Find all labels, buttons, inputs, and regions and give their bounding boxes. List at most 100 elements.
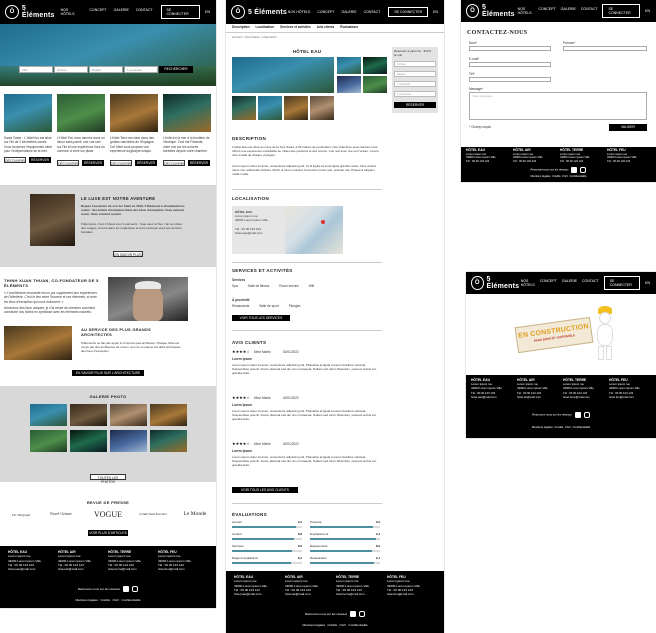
lang-switch[interactable]: EN [205, 10, 210, 14]
hotel-air-discover-button[interactable]: DÉCOUVRIR [57, 160, 79, 166]
footer-hotel-email[interactable]: hotel.terre@mail.com [563, 395, 608, 399]
hotel-photo[interactable] [337, 76, 361, 93]
instagram-icon[interactable] [132, 586, 139, 592]
nav-gallery[interactable]: GALERIE [341, 10, 356, 14]
footer-hotel-email[interactable]: hotel.air@mail.com [58, 567, 108, 571]
nav-contact[interactable]: CONTACT [364, 10, 381, 14]
nav-concept[interactable]: CONCEPT [317, 10, 334, 14]
tab-services[interactable]: Services et activités [280, 25, 310, 29]
connect-button[interactable]: SE CONNECTER [160, 5, 201, 19]
location-map[interactable] [285, 206, 343, 254]
footer-link-cgv[interactable]: CGV [340, 623, 347, 627]
nav-hotels[interactable]: NOS HÔTELS [521, 279, 535, 287]
all-photos-button[interactable]: TOUTES LES PHOTOS [90, 474, 126, 484]
footer-link-privacy[interactable]: Confidentialité [122, 598, 141, 602]
nav-concept[interactable]: CONCEPT [539, 7, 556, 15]
contact-tel-input[interactable] [469, 77, 551, 82]
nav-contact[interactable]: CONTACT [581, 7, 598, 15]
footer-hotel-email[interactable]: hotel.eau@mail.com [471, 395, 516, 399]
instagram-icon[interactable] [583, 412, 590, 418]
tab-evaluations[interactable]: Évaluations [340, 25, 358, 29]
hotel-main-photo[interactable] [232, 57, 334, 93]
instagram-icon[interactable] [359, 611, 366, 617]
facebook-icon[interactable] [571, 167, 578, 173]
footer-hotel-email[interactable]: hotel.terre@mail.com [336, 592, 386, 596]
contact-nom-input[interactable] [469, 46, 551, 51]
gallery-photo[interactable] [30, 430, 67, 452]
search-button[interactable]: RECHERCHER [159, 66, 193, 73]
contact-email-input[interactable] [469, 62, 551, 67]
lang-switch[interactable]: EN [433, 10, 438, 14]
footer-link-cgv[interactable]: CGV [565, 425, 571, 429]
nav-hotels[interactable]: NOS HÔTELS [61, 8, 83, 16]
footer-link-privacy[interactable]: Confidentialité [569, 175, 586, 178]
gallery-photo[interactable] [110, 404, 147, 426]
booking-arrival[interactable]: Arrivée [394, 61, 436, 67]
hotel-photo[interactable] [363, 57, 387, 74]
footer-link-credits[interactable]: Crédits [100, 598, 110, 602]
nav-gallery[interactable]: GALERIE [114, 8, 129, 16]
facebook-icon[interactable] [123, 586, 130, 592]
gallery-photo[interactable] [110, 430, 147, 452]
footer-hotel-email[interactable]: hotel.eau@mail.com [8, 567, 58, 571]
facebook-icon[interactable] [350, 611, 357, 617]
all-reviews-button[interactable]: VOIR TOUS LES AVIS CLIENTS [232, 487, 298, 493]
nav-hotels[interactable]: NOS HÔTELS [518, 7, 534, 15]
logo[interactable]: Ö5 Éléments [231, 5, 287, 19]
footer-link-mentions[interactable]: Mentions légales [532, 425, 553, 429]
breadcrumb[interactable]: Accueil > Nos hôtels > Hôtel EAU [232, 35, 277, 39]
logo[interactable]: Ö5 Éléments [5, 5, 61, 19]
architecture-more-button[interactable]: EN SAVOIR PLUS SUR L'ARCHITECTURE [72, 370, 144, 376]
booking-departure[interactable]: Départ [394, 71, 436, 77]
contact-message-textarea[interactable]: Votre message... [469, 92, 647, 120]
nav-contact[interactable]: CONTACT [136, 8, 153, 16]
footer-link-credits[interactable]: Crédits [554, 425, 563, 429]
nav-concept[interactable]: CONCEPT [90, 8, 107, 16]
footer-hotel-email[interactable]: hotel.feu@mail.com [158, 567, 208, 571]
footer-link-credits[interactable]: Crédits [327, 623, 337, 627]
nav-gallery[interactable]: GALERIE [561, 7, 576, 15]
hotel-water-book-button[interactable]: RÉSERVER [29, 157, 51, 163]
footer-link-credits[interactable]: Crédits [552, 175, 561, 178]
booking-guests[interactable]: 1 personne [394, 91, 436, 97]
footer-link-cgv[interactable]: CGV [113, 598, 120, 602]
more-articles-button[interactable]: VOIR PLUS D'ARTICLES [88, 530, 128, 536]
connect-button[interactable]: SE CONNECTER [388, 7, 429, 17]
hotel-photo[interactable] [363, 76, 387, 93]
search-arrival[interactable]: Arrivée [54, 66, 88, 73]
nav-concept[interactable]: CONCEPT [540, 279, 557, 287]
hotel-photo[interactable] [258, 96, 282, 120]
footer-hotel-email[interactable]: hotel.feu@mail.com [609, 395, 654, 399]
connect-button[interactable]: SE CONNECTER [602, 4, 641, 18]
booking-submit-button[interactable]: RÉSERVER [394, 102, 436, 108]
search-destination[interactable]: Ville [19, 66, 53, 73]
hotel-air-book-button[interactable]: RÉSERVER [82, 160, 104, 166]
search-departure[interactable]: Départ [89, 66, 123, 73]
contact-submit-button[interactable]: VALIDER [609, 124, 647, 131]
connect-button[interactable]: SE CONNECTER [603, 276, 641, 290]
logo[interactable]: Ö5 Éléments [471, 276, 521, 290]
footer-hotel-email[interactable]: hotel.air@mail.com [517, 395, 562, 399]
footer-link-privacy[interactable]: Confidentialité [349, 623, 368, 627]
footer-link-mentions[interactable]: Mentions légales [530, 175, 550, 178]
footer-link-mentions[interactable]: Mentions légales [75, 598, 98, 602]
footer-hotel-email[interactable]: hotel.feu@mail.com [387, 592, 437, 596]
tab-reviews[interactable]: Avis clients [317, 25, 335, 29]
all-services-button[interactable]: VOIR TOUS LES SERVICES [232, 315, 290, 321]
search-guests[interactable]: 1 personne [124, 66, 158, 73]
footer-link-cgv[interactable]: CGV [562, 175, 568, 178]
facebook-icon[interactable] [574, 412, 581, 418]
nav-hotels[interactable]: NOS HÔTELS [288, 10, 311, 14]
gallery-photo[interactable] [30, 404, 67, 426]
lang-switch[interactable]: EN [645, 9, 650, 13]
hotel-earth-discover-button[interactable]: DÉCOUVRIR [110, 160, 132, 166]
footer-link-mentions[interactable]: Mentions légales [302, 623, 325, 627]
lang-switch[interactable]: EN [645, 281, 650, 285]
nav-gallery[interactable]: GALERIE [562, 279, 577, 287]
contact-prenom-input[interactable] [563, 46, 647, 51]
gallery-photo[interactable] [70, 430, 107, 452]
instagram-icon[interactable] [580, 167, 587, 173]
gallery-photo[interactable] [150, 404, 187, 426]
nav-contact[interactable]: CONTACT [582, 279, 599, 287]
hotel-water-discover-button[interactable]: DÉCOUVRIR [4, 157, 26, 163]
